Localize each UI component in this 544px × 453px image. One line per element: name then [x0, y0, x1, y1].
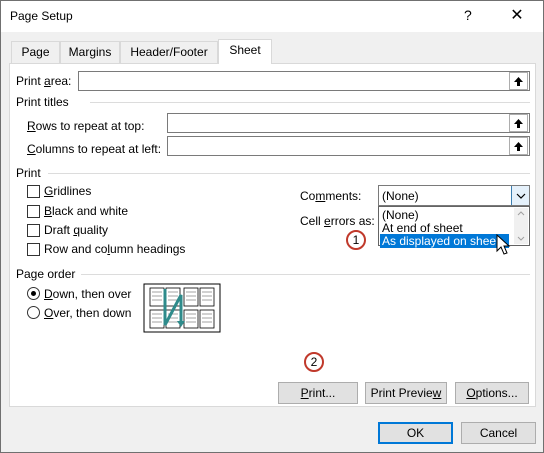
gridlines-checkbox[interactable]	[27, 185, 40, 198]
dropdown-scrollbar[interactable]	[514, 208, 528, 244]
callout-badge-1: 1	[346, 230, 366, 250]
dropdown-option-none[interactable]: (None)	[380, 208, 509, 222]
rows-to-repeat-input[interactable]	[167, 113, 530, 133]
over-then-down-radio[interactable]	[27, 306, 40, 319]
gridlines-label: Gridlines	[44, 184, 92, 198]
tab-margins[interactable]: Margins	[60, 41, 120, 63]
page-order-divider	[81, 274, 530, 275]
print-area-label: Print area:	[16, 74, 72, 88]
ok-button[interactable]: OK	[378, 422, 453, 444]
columns-collapse-button[interactable]	[509, 137, 528, 155]
print-button[interactable]: Print...	[278, 382, 358, 404]
print-titles-heading: Print titles	[16, 95, 69, 109]
cell-errors-label: Cell errors as:	[300, 214, 375, 228]
chevron-down-icon[interactable]	[511, 186, 529, 205]
collapse-dialog-icon	[514, 118, 523, 128]
print-preview-button[interactable]: Print Preview	[365, 382, 447, 404]
print-area-collapse-button[interactable]	[509, 72, 528, 90]
scroll-arrows-icon	[517, 211, 525, 241]
callout-badge-2: 2	[304, 352, 324, 372]
page-order-preview-icon	[143, 283, 221, 333]
mouse-cursor-icon	[496, 234, 511, 255]
comments-select[interactable]: (None)	[378, 185, 530, 206]
help-icon[interactable]: ?	[464, 7, 472, 23]
print-area-input[interactable]	[78, 71, 530, 91]
close-icon[interactable]: ✕	[499, 3, 535, 29]
collapse-dialog-icon	[514, 141, 523, 151]
columns-to-repeat-input[interactable]	[167, 136, 530, 156]
down-then-over-radio[interactable]	[27, 287, 40, 300]
draft-quality-label: Draft quality	[44, 223, 109, 237]
over-then-down-label: Over, then down	[44, 306, 132, 320]
comments-select-value: (None)	[382, 189, 419, 203]
row-column-headings-checkbox[interactable]	[27, 243, 40, 256]
rows-collapse-button[interactable]	[509, 114, 528, 132]
title-bar: Page Setup ? ✕	[1, 1, 543, 32]
page-order-heading: Page order	[16, 267, 76, 281]
down-then-over-label: Down, then over	[44, 287, 132, 301]
row-column-headings-label: Row and column headings	[44, 242, 186, 256]
draft-quality-checkbox[interactable]	[27, 224, 40, 237]
rows-to-repeat-label: Rows to repeat at top:	[27, 119, 145, 133]
tab-sheet[interactable]: Sheet	[218, 39, 272, 64]
black-and-white-label: Black and white	[44, 204, 129, 218]
print-heading: Print	[16, 166, 41, 180]
page-setup-dialog: Page Setup ? ✕ Page Margins Header/Foote…	[0, 0, 544, 453]
cancel-button[interactable]: Cancel	[461, 422, 536, 444]
print-divider	[48, 173, 530, 174]
dropdown-option-at-end[interactable]: At end of sheet	[380, 221, 509, 235]
black-and-white-checkbox[interactable]	[27, 205, 40, 218]
collapse-dialog-icon	[514, 76, 523, 86]
dropdown-option-as-displayed[interactable]: As displayed on sheet	[380, 234, 509, 248]
options-button[interactable]: Options...	[455, 382, 529, 404]
sheet-panel: Print area: Print titles Rows to repeat …	[9, 63, 536, 407]
dialog-title: Page Setup	[10, 9, 73, 23]
print-titles-divider	[90, 102, 530, 103]
comments-label: Comments:	[300, 189, 362, 203]
tab-page[interactable]: Page	[11, 41, 60, 63]
columns-to-repeat-label: Columns to repeat at left:	[27, 142, 162, 156]
tab-header-footer[interactable]: Header/Footer	[120, 41, 218, 63]
